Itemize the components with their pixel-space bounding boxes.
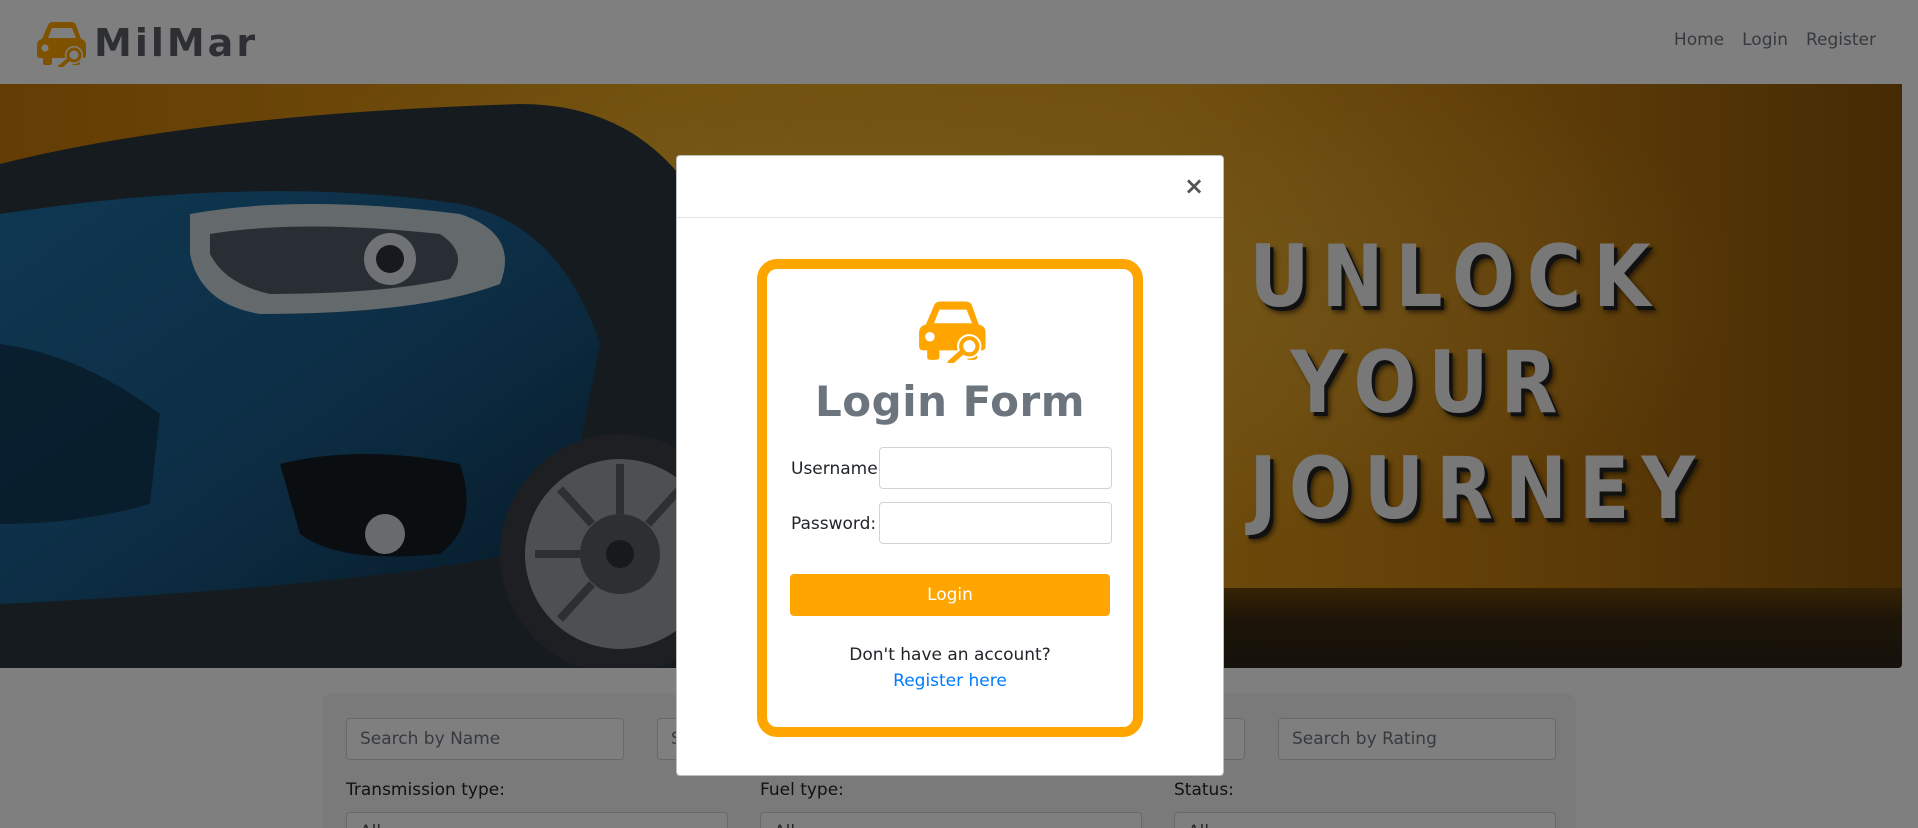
username-label: Username: [791, 459, 884, 479]
no-account-text: Don't have an account? [849, 645, 1051, 665]
car-key-icon [919, 301, 986, 363]
login-title: Login Form [815, 377, 1085, 426]
login-modal: × Login Form Username: Password: Login D… [676, 155, 1224, 776]
password-input[interactable] [879, 502, 1112, 544]
username-input[interactable] [879, 447, 1112, 489]
modal-header: × [677, 156, 1223, 218]
login-button[interactable]: Login [790, 574, 1110, 616]
password-label: Password: [791, 514, 877, 534]
close-button[interactable]: × [1181, 174, 1207, 200]
register-link[interactable]: Register here [767, 671, 1133, 691]
login-card: Login Form Username: Password: Login Don… [757, 259, 1143, 737]
